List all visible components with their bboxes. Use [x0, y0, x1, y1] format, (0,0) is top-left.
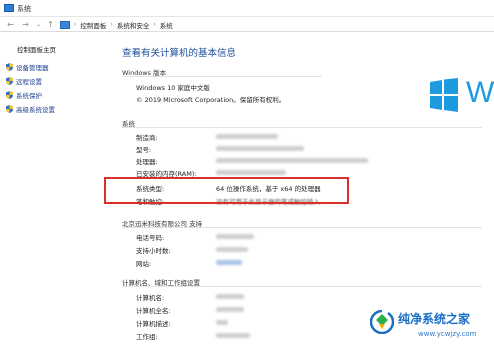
redacted-link[interactable]: [216, 260, 242, 265]
redacted-value: [216, 146, 304, 151]
shield-icon: [6, 105, 13, 113]
windows-logo: [430, 78, 458, 112]
info-row-support-hours: 支持小时数:: [136, 245, 248, 255]
control-panel-icon: [60, 20, 70, 29]
info-row-phone: 电话号码:: [136, 232, 254, 242]
shield-icon: [6, 91, 13, 99]
edition-name: Windows 10 家庭中文版: [136, 84, 210, 92]
info-row-computer-name: 计算机名:: [136, 292, 244, 302]
redacted-value: [216, 158, 368, 163]
chevron-right-icon[interactable]: ›: [110, 21, 112, 28]
chevron-right-icon[interactable]: ›: [74, 21, 76, 28]
row-label: 处理器:: [136, 158, 158, 166]
redacted-value: [216, 294, 244, 299]
title-bar: 系统: [0, 0, 494, 17]
row-label: 型号:: [136, 146, 152, 154]
sidebar-item-label: 设备管理器: [16, 64, 49, 72]
divider: [122, 127, 482, 128]
system-app-icon: [4, 4, 14, 12]
sidebar-item-remote-settings[interactable]: 远程设置: [6, 76, 42, 86]
redacted-value: [216, 234, 254, 239]
redacted-value: [216, 333, 250, 338]
divider: [122, 227, 482, 228]
shield-icon: [6, 77, 13, 85]
copyright-text: © 2019 Microsoft Corporation。保留所有权利。: [136, 96, 286, 104]
windows-wordmark: W: [466, 76, 494, 109]
shield-icon: [6, 63, 13, 71]
info-row-website: 网站:: [136, 258, 242, 268]
sidebar-item-device-manager[interactable]: 设备管理器: [6, 62, 49, 72]
watermark-title: 纯净系统之家: [398, 312, 471, 326]
breadcrumb-system-security[interactable]: 系统和安全: [117, 20, 150, 30]
window-title: 系统: [17, 5, 31, 13]
forward-arrow-icon[interactable]: →: [21, 20, 30, 29]
sidebar-home-link[interactable]: 控制面板主页: [17, 44, 56, 54]
row-label: 计算机全名:: [136, 307, 171, 315]
info-row-manufacturer: 制造商:: [136, 132, 278, 142]
page-title: 查看有关计算机的基本信息: [122, 48, 237, 59]
up-arrow-icon[interactable]: ↑: [46, 20, 55, 29]
back-arrow-icon[interactable]: ←: [6, 20, 15, 29]
redacted-value: [216, 320, 228, 325]
row-label: 计算机描述:: [136, 320, 171, 328]
site-watermark: 纯净系统之家 www.ycwjzy.com: [366, 304, 494, 347]
highlight-box: [104, 177, 349, 204]
sidebar-item-advanced-settings[interactable]: 高级系统设置: [6, 104, 55, 114]
sidebar-item-label: 系统保护: [16, 92, 42, 100]
watermark-url: www.ycwjzy.com: [418, 330, 477, 338]
divider: [122, 286, 482, 287]
sidebar-item-label: 远程设置: [16, 78, 42, 86]
info-row-workgroup: 工作组:: [136, 331, 250, 341]
row-label: 电话号码:: [136, 234, 165, 242]
sidebar-item-label: 高级系统设置: [16, 106, 55, 114]
redacted-value: [216, 134, 278, 139]
sidebar: 控制面板主页 设备管理器 远程设置 系统保护 高级系统设置: [0, 32, 108, 347]
chevron-right-icon[interactable]: ›: [153, 21, 155, 28]
address-bar: ← → ⌄ ↑ › 控制面板 › 系统和安全 › 系统: [0, 17, 494, 32]
row-label: 网站:: [136, 260, 152, 268]
info-row-full-name: 计算机全名:: [136, 305, 244, 315]
breadcrumb: › 控制面板 › 系统和安全 › 系统: [60, 19, 173, 30]
breadcrumb-system[interactable]: 系统: [160, 20, 173, 30]
recent-dropdown-icon[interactable]: ⌄: [34, 20, 43, 29]
sidebar-item-system-protection[interactable]: 系统保护: [6, 90, 42, 100]
info-row-model: 型号:: [136, 144, 304, 154]
divider: [122, 76, 322, 77]
row-label: 制造商:: [136, 134, 158, 142]
info-row-processor: 处理器:: [136, 156, 368, 166]
row-label: 计算机名:: [136, 294, 165, 302]
row-label: 支持小时数:: [136, 247, 171, 255]
redacted-value: [216, 247, 248, 252]
row-label: 工作组:: [136, 333, 158, 341]
breadcrumb-control-panel[interactable]: 控制面板: [80, 20, 106, 30]
windows-logo-icon: [430, 78, 458, 112]
info-row-description: 计算机描述:: [136, 318, 228, 328]
watermark-logo-icon: [370, 310, 394, 334]
redacted-value: [216, 170, 286, 175]
redacted-value: [216, 307, 244, 312]
